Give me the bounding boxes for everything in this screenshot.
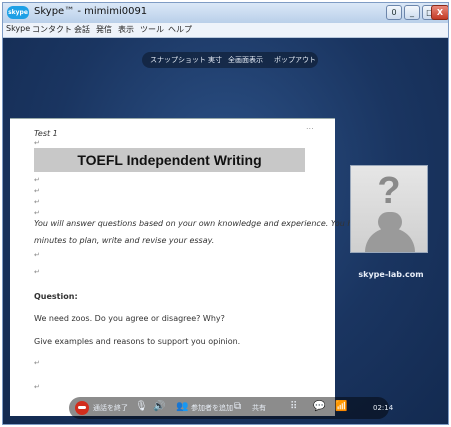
minimize-button[interactable]: _ bbox=[404, 5, 420, 20]
menu-view[interactable]: 表示 bbox=[118, 24, 134, 35]
snap-button[interactable]: 0 bbox=[386, 5, 402, 20]
add-participants-label[interactable]: 参加者を追加 bbox=[191, 401, 233, 415]
close-button[interactable]: X bbox=[431, 5, 448, 20]
title-bar: skype Skype™ - mimimi0091 0 _ □ X bbox=[3, 3, 448, 23]
menu-help[interactable]: ヘルプ bbox=[168, 24, 192, 35]
doc-question: We need zoos. Do you agree or disagree? … bbox=[34, 314, 225, 323]
popout-button[interactable]: ポップアウト bbox=[274, 55, 316, 65]
doc-test-line: Test 1 bbox=[34, 129, 58, 138]
call-area: スナップショット 実寸 全画面表示 ポップアウト ... Test 1 ↵ TO… bbox=[3, 38, 448, 424]
end-call-icon[interactable] bbox=[75, 401, 89, 415]
menu-tools[interactable]: ツール bbox=[140, 24, 164, 35]
paragraph-mark: ↵ bbox=[34, 251, 40, 259]
actual-size-button[interactable]: 実寸 bbox=[208, 55, 222, 65]
end-call-label[interactable]: 通話を終了 bbox=[93, 401, 128, 415]
menu-conversation[interactable]: 会話 bbox=[74, 24, 90, 35]
unknown-user-icon: ? bbox=[350, 165, 428, 253]
paragraph-mark: ↵ bbox=[34, 176, 40, 184]
skype-logo-icon: skype bbox=[7, 6, 29, 19]
paragraph-mark: ↵ bbox=[34, 139, 40, 147]
fullscreen-button[interactable]: 全画面表示 bbox=[228, 55, 263, 65]
speaker-icon[interactable]: 🔊 bbox=[153, 400, 165, 414]
snapshot-button[interactable]: スナップショット bbox=[150, 55, 206, 65]
share-icon[interactable]: ⧉ bbox=[234, 400, 241, 414]
doc-question-label: Question: bbox=[34, 292, 78, 301]
add-participants-icon[interactable]: 👥 bbox=[176, 400, 188, 414]
doc-guidance: Give examples and reasons to support you… bbox=[34, 337, 241, 346]
doc-corner-mark: ... bbox=[306, 122, 314, 131]
share-label[interactable]: 共有 bbox=[252, 401, 266, 415]
chat-icon[interactable]: 💬 bbox=[313, 400, 325, 414]
paragraph-mark: ↵ bbox=[34, 198, 40, 206]
call-toolbar: スナップショット 実寸 全画面表示 ポップアウト bbox=[142, 52, 318, 68]
microphone-icon[interactable]: 🎙 bbox=[135, 400, 148, 414]
paragraph-mark: ↵ bbox=[34, 209, 40, 217]
doc-title: TOEFL Independent Writing bbox=[77, 152, 262, 168]
call-quality-icon[interactable]: 📶 bbox=[335, 400, 347, 414]
shared-screen-document: ... Test 1 ↵ TOEFL Independent Writing ↵… bbox=[10, 118, 380, 416]
doc-instructions-2: minutes to plan, write and revise your e… bbox=[34, 236, 215, 245]
paragraph-mark: ↵ bbox=[34, 187, 40, 195]
paragraph-mark: ↵ bbox=[34, 383, 40, 391]
menu-contacts[interactable]: コンタクト bbox=[32, 24, 72, 35]
skype-window: skype Skype™ - mimimi0091 0 _ □ X Skype … bbox=[2, 2, 449, 425]
call-controls-bar: 通話を終了 🎙 🔊 👥 参加者を追加 ⧉ 共有 ⠿ 💬 📶 02:14 bbox=[69, 397, 393, 419]
paragraph-mark: ↵ bbox=[34, 359, 40, 367]
paragraph-mark: ↵ bbox=[34, 268, 40, 276]
call-timer: 02:14 bbox=[373, 404, 394, 412]
doc-instructions-1: You will answer questions based on your … bbox=[34, 219, 380, 228]
doc-title-banner: TOEFL Independent Writing bbox=[34, 148, 305, 172]
window-title: Skype™ - mimimi0091 bbox=[34, 6, 148, 17]
menu-skype[interactable]: Skype bbox=[6, 24, 30, 33]
menu-call[interactable]: 発信 bbox=[96, 24, 112, 35]
contact-name: skype-lab.com bbox=[358, 270, 424, 279]
dialpad-icon[interactable]: ⠿ bbox=[290, 400, 297, 414]
menu-bar: Skype コンタクト 会話 発信 表示 ツール ヘルプ bbox=[3, 23, 448, 38]
